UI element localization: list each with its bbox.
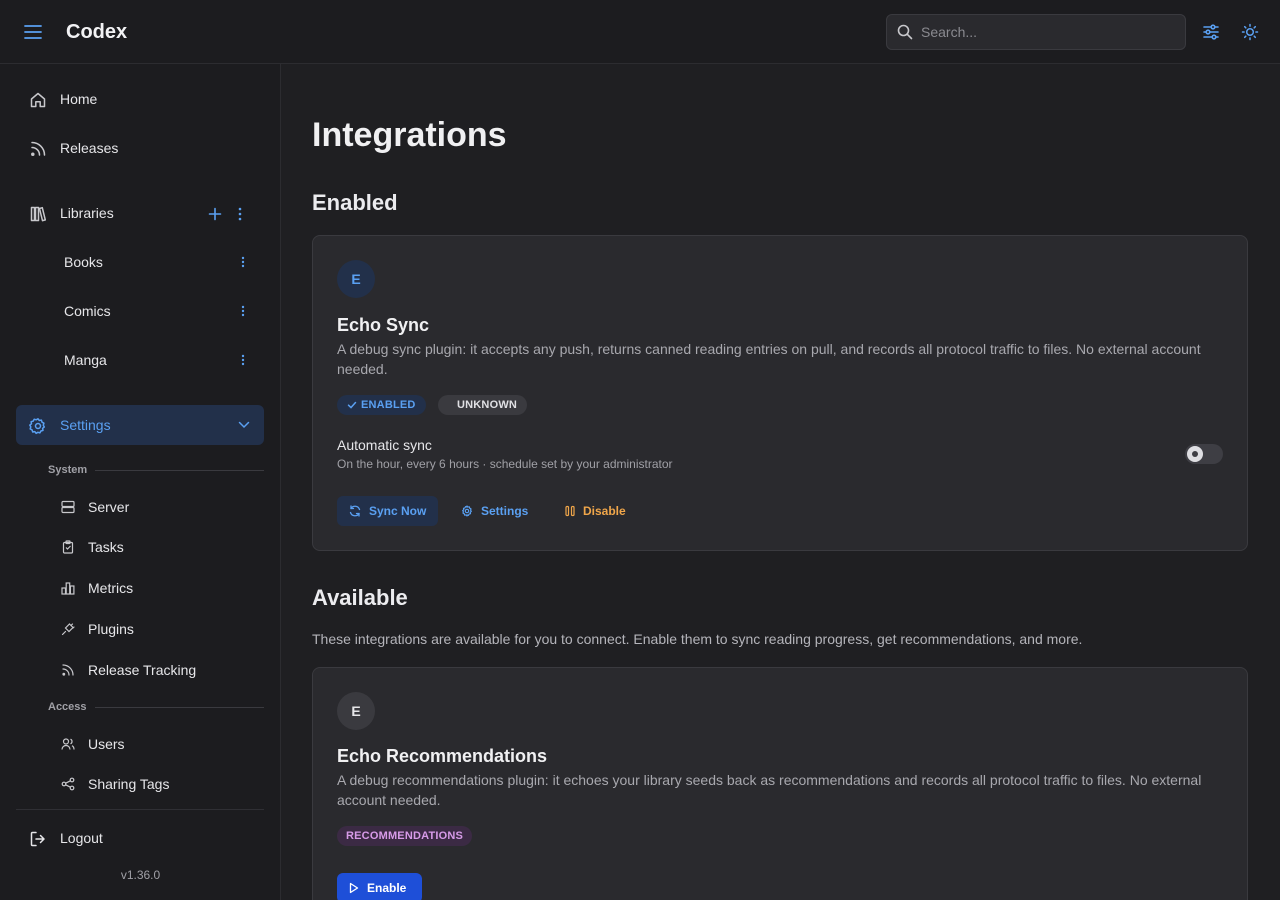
- hamburger-icon: [24, 25, 42, 39]
- auto-sync-title: Automatic sync: [337, 437, 432, 453]
- sidebar-item-label: Releases: [60, 140, 119, 156]
- settings-item-users[interactable]: Users: [48, 727, 264, 761]
- settings-item-tasks[interactable]: Tasks: [48, 530, 264, 564]
- integration-name: Echo Recommendations: [337, 746, 548, 766]
- section-heading-available: Available: [312, 585, 408, 610]
- gear-icon: [462, 505, 472, 517]
- settings-item-server[interactable]: Server: [48, 490, 264, 524]
- plus-icon: [208, 207, 222, 221]
- settings-item-sharing-tags[interactable]: Sharing Tags: [48, 767, 264, 801]
- share-icon: [60, 776, 76, 792]
- search-box: [886, 14, 1186, 50]
- home-icon: [28, 90, 48, 110]
- plug-icon: [60, 621, 76, 637]
- section-divider: [95, 707, 264, 708]
- sidebar-item-libraries[interactable]: Libraries: [16, 193, 264, 233]
- integration-settings-button[interactable]: Settings: [449, 496, 540, 526]
- check-icon: [347, 401, 357, 409]
- menu-toggle-button[interactable]: [22, 21, 44, 43]
- sun-icon: [1241, 23, 1259, 41]
- users-icon: [60, 736, 76, 752]
- rss-icon: [60, 662, 76, 678]
- integration-description: A debug recommendations plugin: it echoe…: [337, 772, 1202, 808]
- section-label-access: Access: [48, 701, 87, 713]
- refresh-icon: [349, 505, 361, 517]
- filters-button[interactable]: [1199, 20, 1223, 44]
- theme-toggle-button[interactable]: [1238, 20, 1262, 44]
- page-title: Integrations: [312, 116, 507, 154]
- more-vertical-icon[interactable]: [234, 253, 252, 271]
- server-icon: [60, 499, 76, 515]
- settings-item-metrics[interactable]: Metrics: [48, 571, 264, 605]
- toggle-knob: [1187, 446, 1203, 462]
- library-icon: [28, 204, 48, 224]
- disable-button[interactable]: Disable: [553, 496, 638, 526]
- library-item-manga[interactable]: Manga: [16, 342, 264, 378]
- status-badge-unknown: UNKNOWN: [438, 395, 528, 415]
- sidebar: Home Releases Libraries Books Comics Man…: [0, 64, 281, 900]
- more-vertical-icon[interactable]: [234, 351, 252, 369]
- section-divider: [95, 470, 264, 471]
- libraries-menu-button[interactable]: [231, 205, 249, 223]
- integration-name: Echo Sync: [337, 315, 430, 335]
- section-heading-enabled: Enabled: [312, 190, 398, 215]
- search-icon: [897, 24, 913, 40]
- app-header: Codex: [0, 0, 1280, 64]
- pause-icon: [565, 505, 575, 517]
- sidebar-item-home[interactable]: Home: [16, 79, 264, 119]
- add-library-button[interactable]: [206, 205, 224, 223]
- sidebar-divider: [16, 809, 264, 810]
- library-item-books[interactable]: Books: [16, 244, 264, 280]
- sidebar-item-label: Logout: [60, 830, 103, 846]
- status-badge-enabled: ENABLED: [337, 395, 426, 415]
- category-badge-recommendations: RECOMMENDATIONS: [337, 826, 473, 846]
- more-vertical-icon: [238, 207, 242, 221]
- integration-card-echo-sync: E Echo Sync A debug sync plugin: it acce…: [312, 235, 1248, 551]
- integration-avatar: E: [337, 692, 375, 730]
- logout-button[interactable]: Logout: [16, 818, 264, 858]
- settings-item-plugins[interactable]: Plugins: [48, 612, 264, 646]
- integration-description: A debug sync plugin: it accepts any push…: [337, 341, 1201, 377]
- sidebar-item-label: Home: [60, 91, 98, 107]
- clipboard-icon: [60, 539, 76, 555]
- main-content: Integrations Enabled E Echo Sync A debug…: [281, 64, 1280, 900]
- more-vertical-icon[interactable]: [234, 302, 252, 320]
- enable-button[interactable]: Enable: [337, 873, 423, 900]
- settings-item-release-tracking[interactable]: Release Tracking: [48, 653, 264, 687]
- sliders-icon: [1203, 24, 1219, 40]
- auto-sync-schedule: On the hour, every 6 hours · schedule se…: [337, 457, 673, 471]
- app-title: Codex: [66, 21, 128, 43]
- integration-card-echo-recommendations: E Echo Recommendations A debug recommend…: [312, 667, 1248, 900]
- sidebar-item-label: Libraries: [60, 205, 114, 221]
- sync-now-button[interactable]: Sync Now: [337, 496, 439, 526]
- available-description: These integrations are available for you…: [312, 631, 1083, 647]
- play-icon: [349, 882, 359, 894]
- chevron-down-icon: [238, 421, 250, 429]
- section-label-system: System: [48, 464, 88, 476]
- rss-icon: [28, 139, 48, 159]
- sidebar-item-releases[interactable]: Releases: [16, 128, 264, 168]
- sidebar-item-settings[interactable]: Settings: [16, 405, 264, 445]
- bar-chart-icon: [60, 580, 76, 596]
- gear-icon: [28, 416, 48, 436]
- app-version: v1.36.0: [120, 868, 161, 882]
- integration-avatar: E: [337, 260, 375, 298]
- library-item-comics[interactable]: Comics: [16, 293, 264, 329]
- logout-icon: [28, 829, 48, 849]
- sidebar-item-label: Settings: [60, 417, 111, 433]
- search-input[interactable]: [921, 15, 1177, 49]
- auto-sync-toggle[interactable]: [1185, 444, 1223, 464]
